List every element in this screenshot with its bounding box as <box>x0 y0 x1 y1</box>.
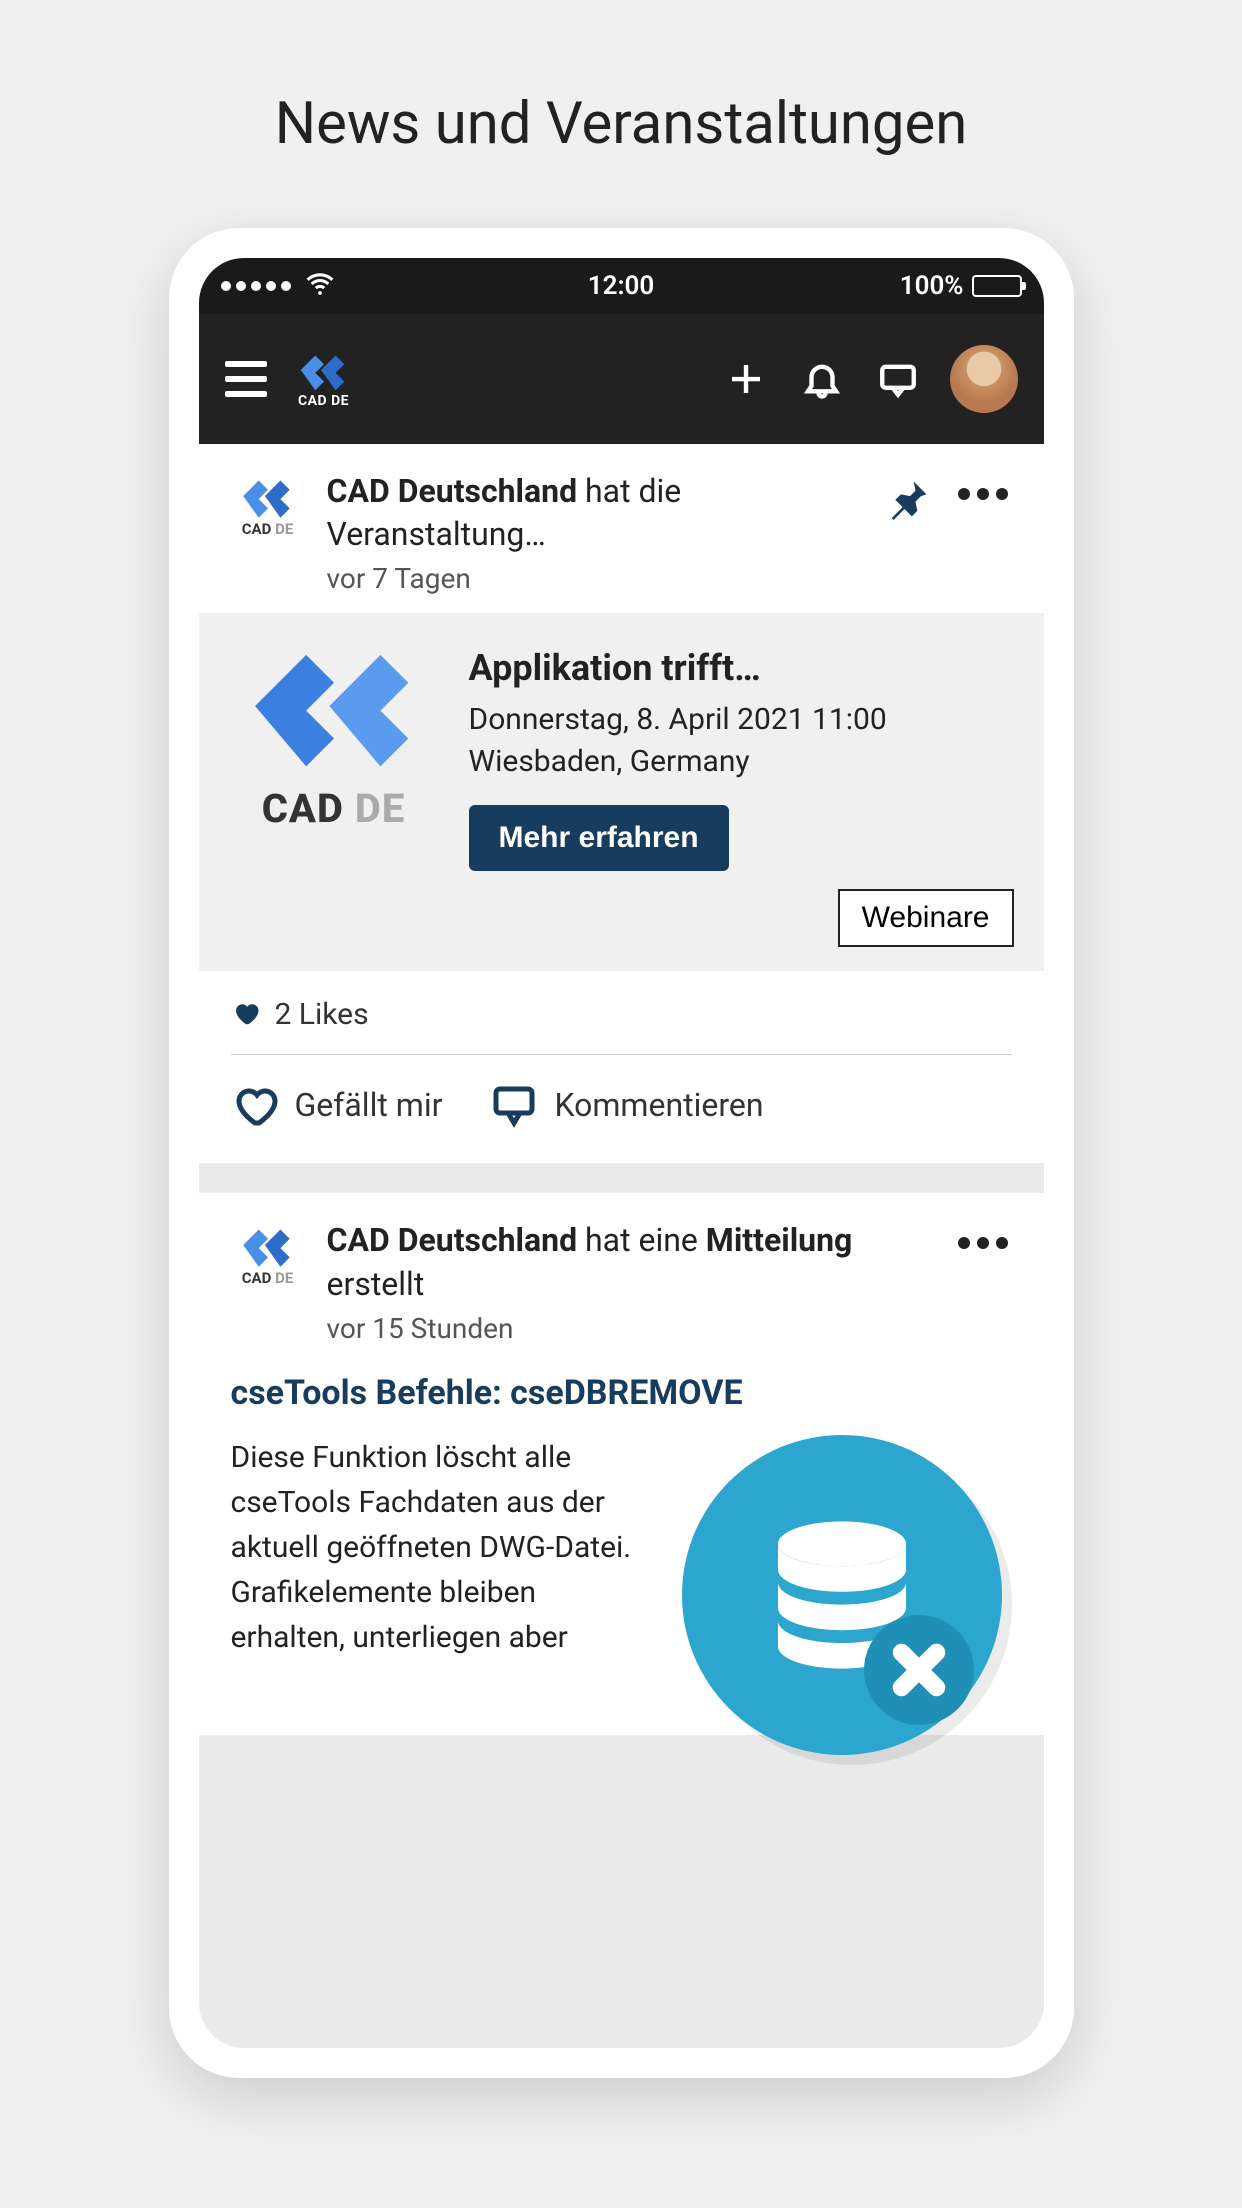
logo-text: CAD DE <box>298 393 349 409</box>
post-card: CAD DE CAD Deutschland hat die Veranstal… <box>199 444 1044 1163</box>
post-byline: CAD Deutschland hat eine Mitteilung erst… <box>327 1219 932 1305</box>
likes-count: 2 Likes <box>275 997 369 1032</box>
byline-end: erstellt <box>327 1265 425 1303</box>
app-logo[interactable]: CAD DE <box>295 349 353 409</box>
article-image <box>682 1435 1012 1715</box>
event-title[interactable]: Applikation trifft… <box>469 647 1014 689</box>
event-info: Applikation trifft… Donnerstag, 8. April… <box>469 641 1014 871</box>
likes-row[interactable]: 2 Likes <box>231 971 1012 1054</box>
comment-label: Kommentieren <box>554 1086 763 1124</box>
page-title: News und Veranstaltungen <box>275 90 968 158</box>
status-right: 100% <box>900 271 1022 301</box>
learn-more-button[interactable]: Mehr erfahren <box>469 805 729 871</box>
menu-icon[interactable] <box>225 361 267 397</box>
battery-icon <box>972 275 1022 297</box>
post-header: CAD DE CAD Deutschland hat eine Mitteilu… <box>199 1193 1044 1362</box>
post-author[interactable]: CAD Deutschland <box>327 472 578 510</box>
status-time: 12:00 <box>588 271 655 301</box>
tag-webinare[interactable]: Webinare <box>838 889 1014 947</box>
article-title[interactable]: cseTools Befehle: cseDBREMOVE <box>231 1373 1012 1413</box>
logo-icon <box>237 1223 299 1267</box>
post-byline: CAD Deutschland hat die Veranstaltung… <box>327 470 866 556</box>
event-body: CAD DE Applikation trifft… Donnerstag, 8… <box>199 613 1044 971</box>
more-icon[interactable] <box>954 484 1012 504</box>
post-card: CAD DE CAD Deutschland hat eine Mitteilu… <box>199 1193 1044 1734</box>
feed[interactable]: CAD DE CAD Deutschland hat die Veranstal… <box>199 444 1044 2048</box>
event-logo-text: CAD DE <box>262 785 406 832</box>
event-logo: CAD DE <box>229 641 439 832</box>
app-header: CAD DE <box>199 314 1044 444</box>
phone-frame: 12:00 100% CAD DE <box>169 228 1074 2078</box>
pin-icon <box>888 476 932 520</box>
database-remove-icon <box>682 1435 1002 1755</box>
event-date: Donnerstag, 8. April 2021 11:00 <box>469 699 1014 741</box>
byline-mid: hat eine <box>577 1221 706 1259</box>
post-author-logo[interactable]: CAD DE <box>231 474 305 538</box>
status-left <box>221 268 335 305</box>
post-time: vor 15 Stunden <box>327 1312 932 1345</box>
chat-icon[interactable] <box>874 355 922 403</box>
comment-button[interactable]: Kommentieren <box>490 1081 763 1129</box>
bell-icon[interactable] <box>798 355 846 403</box>
post-time: vor 7 Tagen <box>327 562 866 595</box>
heart-filled-icon <box>231 998 261 1032</box>
logo-text: CAD DE <box>242 1269 294 1287</box>
avatar[interactable] <box>950 345 1018 413</box>
post-author[interactable]: CAD Deutschland <box>327 1221 578 1259</box>
avatar-image <box>950 345 1018 413</box>
more-icon[interactable] <box>954 1233 1012 1253</box>
battery-percent: 100% <box>900 271 964 301</box>
article-body: cseTools Befehle: cseDBREMOVE Diese Funk… <box>199 1373 1044 1735</box>
heart-outline-icon <box>231 1081 279 1129</box>
post-meta: CAD Deutschland hat eine Mitteilung erst… <box>327 1219 932 1344</box>
status-bar: 12:00 100% <box>199 258 1044 314</box>
add-icon[interactable] <box>722 355 770 403</box>
article-text: Diese Funktion löscht alle cseTools Fach… <box>231 1435 656 1660</box>
x-icon <box>864 1615 974 1725</box>
logo-text: CAD DE <box>242 520 294 538</box>
comment-icon <box>490 1081 538 1129</box>
logo-icon <box>237 474 299 518</box>
byline-bold2: Mitteilung <box>706 1221 853 1259</box>
post-header: CAD DE CAD Deutschland hat die Veranstal… <box>199 444 1044 613</box>
logo-icon <box>239 641 429 771</box>
signal-dots-icon <box>221 281 291 291</box>
actions-row: Gefällt mir Kommentieren <box>199 1055 1044 1163</box>
logo-icon <box>295 349 353 391</box>
event-location: Wiesbaden, Germany <box>469 741 1014 783</box>
wifi-icon <box>305 268 335 305</box>
post-author-logo[interactable]: CAD DE <box>231 1223 305 1287</box>
post-meta: CAD Deutschland hat die Veranstaltung… v… <box>327 470 866 595</box>
phone-screen: 12:00 100% CAD DE <box>199 258 1044 2048</box>
like-label: Gefällt mir <box>295 1086 443 1124</box>
like-button[interactable]: Gefällt mir <box>231 1081 443 1129</box>
